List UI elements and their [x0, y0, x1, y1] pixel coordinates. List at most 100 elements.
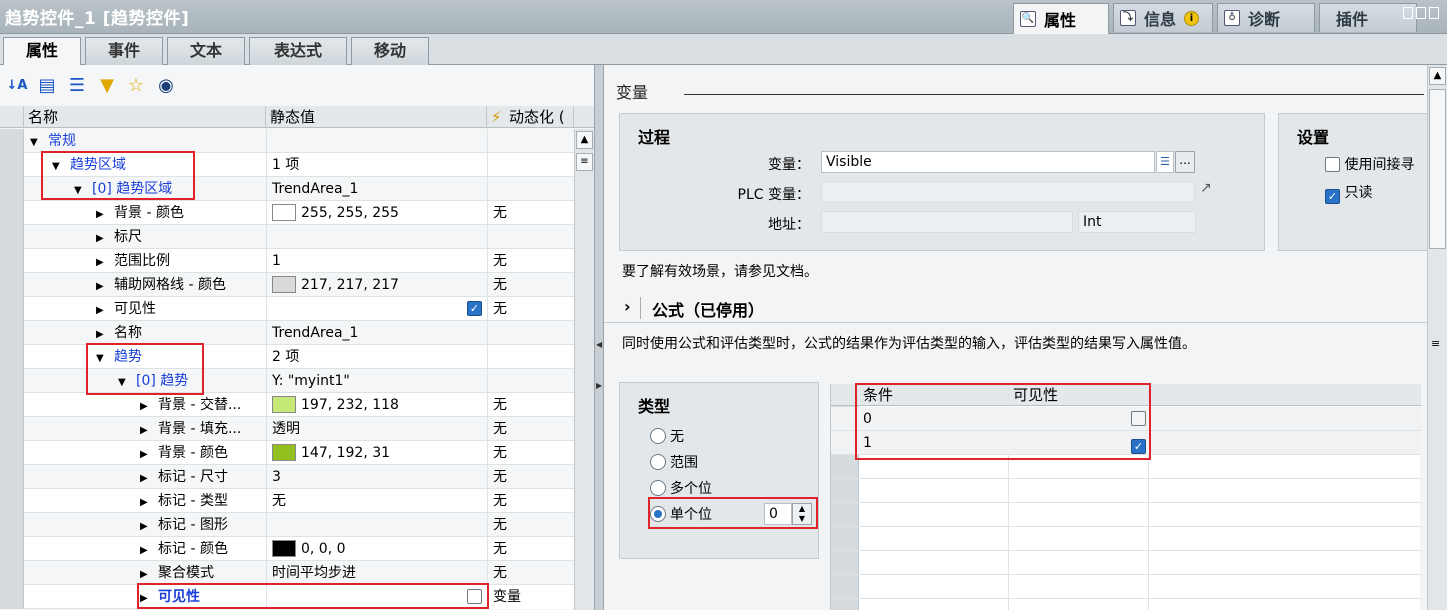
tree-scrollbar[interactable]: ▲ ≡ [574, 129, 594, 610]
static-value[interactable]: 透明 [266, 417, 486, 441]
chevron-right-icon[interactable]: ▶ [140, 563, 158, 587]
bit-spinner[interactable]: ▲ ▼ [792, 503, 812, 525]
chevron-right-icon[interactable]: ▶ [96, 323, 114, 347]
dynamic-value[interactable] [487, 129, 574, 153]
table-row[interactable]: ▼ [0] 趋势 Y: "myint1" [0, 369, 574, 393]
table-row[interactable]: ▶ 背景 - 交替... 197, 232, 118 无 [0, 393, 574, 417]
right-scrollbar[interactable]: ▲ ≡ [1427, 65, 1447, 610]
chevron-down-icon[interactable]: ▼ [74, 179, 92, 203]
restore-icon[interactable] [1403, 7, 1413, 19]
table-row[interactable]: ▶ 标记 - 颜色 0, 0, 0无 [0, 537, 574, 561]
tab-expressions[interactable]: 表达式 [249, 37, 347, 65]
goto-arrow-icon[interactable]: ↗ [1200, 180, 1212, 196]
table-row[interactable]: 0 [831, 407, 1421, 431]
table-row[interactable]: ▼ 趋势区域 1 项 [0, 153, 574, 177]
visibility-checkbox[interactable]: ✓ [467, 301, 482, 316]
formula-section-header[interactable]: › 公式（已停用） [604, 293, 1427, 323]
dynamic-value[interactable]: 无 [487, 393, 574, 417]
static-value[interactable]: 255, 255, 255 [266, 201, 486, 225]
static-value[interactable] [266, 225, 486, 249]
sort-az-icon[interactable]: ↓A [6, 75, 28, 97]
dynamic-value[interactable]: 无 [487, 489, 574, 513]
color-swatch[interactable] [272, 444, 296, 461]
static-value[interactable]: 时间平均步进 [266, 561, 486, 585]
chevron-right-icon[interactable]: ▶ [96, 251, 114, 275]
header-name[interactable]: 名称 [24, 106, 266, 128]
dynamic-value[interactable]: 无 [487, 513, 574, 537]
panel-splitter[interactable]: ◀ ▶ [594, 65, 604, 610]
readonly-checkbox[interactable]: ✓ [1325, 189, 1340, 204]
table-row[interactable]: ▼ 趋势 2 项 [0, 345, 574, 369]
table-row[interactable]: ▶ 辅助网格线 - 颜色 217, 217, 217 无 [0, 273, 574, 297]
readonly-option[interactable]: ✓ 只读 [1325, 182, 1372, 204]
chevron-down-icon[interactable]: ▼ [96, 347, 114, 371]
table-row[interactable]: ▼ 常规 [0, 129, 574, 153]
static-value[interactable]: 无 [266, 489, 486, 513]
static-value[interactable]: Y: "myint1" [266, 369, 486, 393]
color-swatch[interactable] [272, 396, 296, 413]
table-row[interactable]: ▶ 背景 - 颜色 147, 192, 31 无 [0, 441, 574, 465]
static-value[interactable] [266, 129, 486, 153]
collapse-right-icon[interactable]: ▶ [596, 381, 602, 390]
chevron-right-icon[interactable]: › [624, 297, 631, 316]
plc-variable-input[interactable] [821, 181, 1195, 203]
type-singlebit-option[interactable]: 单个位 [650, 506, 712, 524]
scroll-thumb[interactable] [1429, 89, 1446, 249]
table-row[interactable]: ▶ 标记 - 类型 无无 [0, 489, 574, 513]
dynamic-value[interactable]: 无 [487, 537, 574, 561]
expand-icon[interactable]: ▤ [36, 75, 58, 97]
table-row[interactable]: ▶ 名称 TrendArea_1 [0, 321, 574, 345]
scroll-grip-icon[interactable]: ≡ [1431, 337, 1440, 350]
type-multibit-option[interactable]: 多个位 [650, 480, 712, 498]
color-swatch[interactable] [272, 276, 296, 293]
address-input[interactable] [821, 211, 1073, 233]
scroll-up-icon[interactable]: ▲ [1429, 67, 1446, 85]
dynamic-value[interactable] [487, 225, 574, 249]
header-dynamic[interactable]: ⚡ 动态化 ( [487, 106, 574, 128]
indirect-checkbox[interactable] [1325, 157, 1340, 172]
minimize-icon[interactable] [1429, 7, 1439, 19]
color-swatch[interactable] [272, 204, 296, 221]
tab-properties[interactable]: 🔍 属性 [1013, 3, 1109, 34]
type-range-option[interactable]: 范围 [650, 454, 698, 472]
dynamic-value[interactable]: 无 [487, 417, 574, 441]
chevron-right-icon[interactable]: ▶ [140, 539, 158, 563]
table-row[interactable]: ▶ 背景 - 颜色 255, 255, 255 无 [0, 201, 574, 225]
indirect-addressing-option[interactable]: 使用间接寻 [1325, 154, 1414, 174]
menu-icon[interactable] [1416, 7, 1426, 19]
dynamic-value[interactable]: 无 [487, 561, 574, 585]
dynamic-value[interactable] [487, 345, 574, 369]
collapse-icon[interactable]: ☰ [66, 75, 88, 97]
list-icon[interactable]: ☰ [1156, 151, 1174, 173]
chevron-right-icon[interactable]: ▶ [96, 299, 114, 323]
scroll-grip-icon[interactable]: ≡ [576, 153, 593, 171]
dynamic-value[interactable] [487, 177, 574, 201]
chevron-down-icon[interactable]: ▼ [30, 131, 48, 155]
scroll-up-icon[interactable]: ▲ [576, 131, 593, 149]
table-row[interactable]: ▶ 可见性 变量 [0, 585, 574, 609]
bit-number-input[interactable]: 0 [764, 503, 792, 525]
static-value[interactable]: 217, 217, 217 [266, 273, 486, 297]
dynamic-value[interactable]: 无 [487, 249, 574, 273]
table-row[interactable]: ▼ [0] 趋势区域 TrendArea_1 [0, 177, 574, 201]
visibility-checkbox-1[interactable]: ✓ [1131, 435, 1146, 454]
dynamic-value[interactable]: 无 [487, 465, 574, 489]
tab-info[interactable]: ⤵ 信息 i [1113, 3, 1213, 32]
chevron-right-icon[interactable]: ▶ [96, 203, 114, 227]
static-value[interactable]: 3 [266, 465, 486, 489]
table-row[interactable]: 1 ✓ [831, 431, 1421, 455]
table-row[interactable]: ▶ 聚合模式 时间平均步进无 [0, 561, 574, 585]
static-value[interactable]: 1 项 [266, 153, 486, 177]
static-value[interactable]: 2 项 [266, 345, 486, 369]
table-row[interactable]: ▶ 可见性 ✓ 无 [0, 297, 574, 321]
header-static[interactable]: 静态值 [266, 106, 487, 128]
dynamic-value[interactable]: 变量 [487, 585, 574, 609]
dynamic-value[interactable] [487, 369, 574, 393]
eye-icon[interactable]: ◉ [155, 75, 177, 97]
visibility-checkbox-0[interactable] [1131, 411, 1146, 427]
dynamic-value[interactable] [487, 153, 574, 177]
tab-diagnostics[interactable]: ♁ 诊断 [1217, 3, 1315, 32]
chevron-right-icon[interactable]: ▶ [140, 467, 158, 491]
table-row[interactable]: ▶ 背景 - 填充... 透明无 [0, 417, 574, 441]
tab-attributes[interactable]: 属性 [3, 37, 81, 66]
